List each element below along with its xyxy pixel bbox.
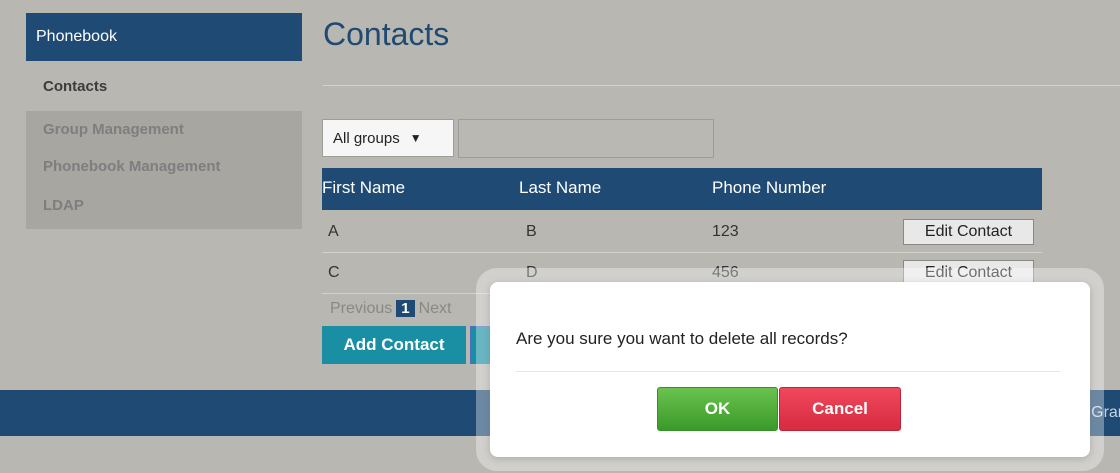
- pager-previous[interactable]: Previous: [330, 300, 392, 317]
- search-input[interactable]: [458, 119, 714, 158]
- cell-first-name: C: [328, 264, 340, 281]
- column-phone-number: Phone Number: [712, 178, 827, 197]
- title-divider: [323, 85, 1120, 86]
- dialog-message: Are you sure you want to delete all reco…: [516, 329, 848, 348]
- group-filter-value: All groups: [333, 129, 400, 147]
- edit-contact-button[interactable]: Edit Contact: [903, 219, 1034, 245]
- cell-last-name: B: [526, 223, 537, 240]
- sidebar: Phonebook Contacts Group Management Phon…: [26, 13, 302, 229]
- page-title: Contacts: [323, 16, 450, 52]
- sidebar-item-ldap[interactable]: LDAP: [26, 185, 302, 229]
- sidebar-header: Phonebook: [26, 13, 302, 61]
- table-header: First Name Last Name Phone Number: [322, 168, 1042, 210]
- column-last-name: Last Name: [519, 178, 602, 197]
- cell-phone-number: 123: [712, 223, 739, 240]
- confirm-dialog: Are you sure you want to delete all reco…: [490, 282, 1090, 457]
- sidebar-item-contacts[interactable]: Contacts: [26, 61, 302, 111]
- dropdown-arrow-icon: ▼: [409, 131, 422, 145]
- cancel-button[interactable]: Cancel: [779, 387, 901, 431]
- cell-last-name: D: [526, 264, 538, 281]
- cell-first-name: A: [328, 223, 339, 240]
- ok-button[interactable]: OK: [657, 387, 778, 431]
- pager-current-page[interactable]: 1: [396, 300, 415, 317]
- pager-next[interactable]: Next: [419, 300, 452, 317]
- sidebar-item-group-management[interactable]: Group Management: [26, 111, 302, 148]
- pagination: Previous 1 Next: [330, 300, 452, 318]
- table-row: A B 123 Edit Contact: [322, 212, 1042, 253]
- add-contact-button[interactable]: Add Contact: [322, 326, 466, 364]
- column-first-name: First Name: [322, 178, 406, 197]
- cell-phone-number: 456: [712, 264, 739, 281]
- dialog-divider: [516, 371, 1060, 372]
- sidebar-item-phonebook-management[interactable]: Phonebook Management: [26, 148, 302, 185]
- group-filter-select[interactable]: All groups ▼: [322, 119, 454, 157]
